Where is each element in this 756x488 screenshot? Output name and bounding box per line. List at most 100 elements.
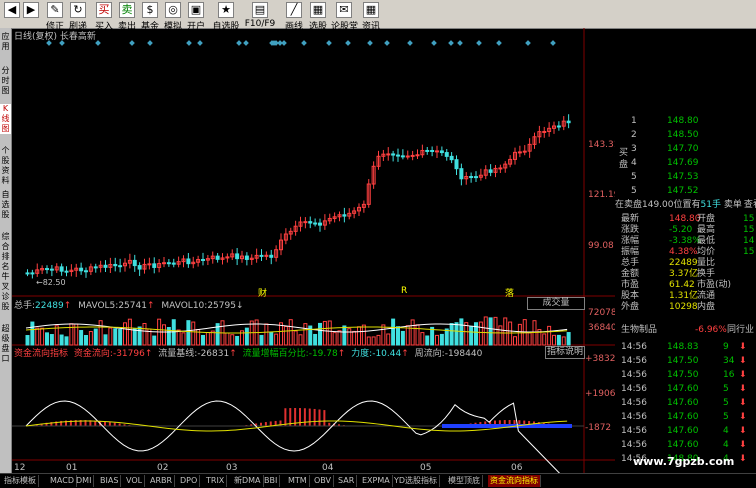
back-icon: ◀ (4, 2, 20, 18)
event-diamond (496, 40, 502, 46)
quote-value: 10298 (669, 301, 698, 313)
volume-bar (99, 321, 102, 345)
toolbar-button-12[interactable]: ▦选股 (308, 1, 328, 27)
toolbar-button-3[interactable]: ↻刷递 (68, 1, 88, 27)
simulate-icon: ◎ (165, 2, 181, 18)
volume-bar (187, 321, 190, 345)
event-diamond (345, 40, 351, 46)
volume-button[interactable]: 成交量 (527, 297, 585, 310)
pending-order-row: 在卖盘149.00位置有51手 卖单查看 (615, 199, 756, 211)
indicator-tab-16[interactable]: 资金流向指标 (488, 475, 541, 487)
candle-body (416, 155, 419, 156)
toolbar-button-13[interactable]: ✉论股堂 (331, 1, 357, 27)
toolbar-button-2[interactable]: ✎修正 (45, 1, 65, 27)
indicator-tab-9[interactable]: BBI (262, 475, 280, 487)
toolbar-button-5[interactable]: 卖卖出 (117, 1, 137, 27)
tick-price: 147.60 (667, 397, 699, 409)
indicator-tab-3[interactable]: BIAS (98, 475, 121, 487)
tick-price: 147.60 (667, 383, 699, 395)
volume-bar (294, 331, 297, 345)
sidebar-tab-1[interactable]: 分时图 (0, 66, 11, 96)
bid-price: 147.52 (667, 185, 699, 197)
volume-bar (489, 318, 492, 345)
event-marker-r[interactable]: R (401, 286, 407, 296)
volume-bar (94, 329, 97, 345)
toolbar-button-6[interactable]: $基金 (140, 1, 160, 27)
candle-body (245, 256, 248, 259)
indicator-header: 资金流向指标 资金流向:-31796↑ 流量基线:-26831↑ 流量增幅百分比… (14, 346, 482, 359)
event-diamond (59, 40, 65, 46)
candle-body (475, 177, 478, 178)
indicator-tab-0[interactable]: 指标模板 (2, 475, 39, 487)
watermark: www.7gpzb.com (633, 455, 734, 468)
event-diamond (236, 40, 242, 46)
indicator-tab-10[interactable]: MTM (286, 475, 310, 487)
sidebar-tab-3[interactable]: 个股资料 (0, 146, 11, 186)
sidebar-tab-2[interactable]: K线图 (0, 104, 11, 134)
pending-more-link[interactable]: 查看 (744, 200, 756, 210)
bid-level: 5 (631, 171, 637, 183)
event-diamond (550, 40, 556, 46)
sidebar-tab-6[interactable]: 牛叉诊股 (0, 272, 11, 312)
candle-body (343, 215, 346, 216)
event-marker-fall[interactable]: 落 (505, 286, 514, 299)
indicator-tab-4[interactable]: VOL (124, 475, 145, 487)
volume-bar (450, 324, 453, 345)
favorites-icon: ★ (218, 2, 234, 18)
indicator-tab-1[interactable]: MACD (48, 475, 77, 487)
peer-link[interactable]: 同行业 (727, 324, 754, 336)
toolbar-button-7[interactable]: ◎模拟 (163, 1, 183, 27)
bid-price: 148.50 (667, 129, 699, 141)
flow-line (26, 401, 567, 473)
sidebar-tab-5[interactable]: 综合排名 (0, 232, 11, 272)
flow-bar (314, 409, 316, 426)
volume-bar (567, 333, 570, 345)
flow-bar (319, 409, 321, 426)
indicator-tab-13[interactable]: EXPMA (360, 475, 393, 487)
tick-arrow-icon: ⬇ (739, 453, 747, 465)
indicator-tab-8[interactable]: 新DMA (232, 475, 264, 487)
indicator-tab-5[interactable]: ARBR (148, 475, 175, 487)
candle-body (567, 121, 570, 123)
sidebar-tab-7[interactable]: 超级盘口 (0, 324, 11, 364)
toolbar-button-1[interactable]: ▶ (23, 1, 39, 27)
indicator-tab-7[interactable]: TRIX (204, 475, 227, 487)
forward-icon: ▶ (23, 2, 39, 18)
tick-volume: 5 (723, 411, 729, 423)
indicator-tab-14[interactable]: YD选股指标 (392, 475, 440, 487)
pending-sell-text: 在卖盘149.00位置有 (615, 200, 701, 210)
event-diamond (367, 40, 373, 46)
sidebar-tab-0[interactable]: 应用 (0, 32, 11, 52)
candle-body (518, 152, 521, 153)
indicator-help-button[interactable]: 指标说明 (545, 346, 585, 359)
indicator-tab-6[interactable]: DPO (178, 475, 200, 487)
sector-name[interactable]: 生物制品 (621, 324, 657, 336)
volume-bar (411, 320, 414, 345)
flow-bar (109, 422, 111, 426)
toolbar-button-14[interactable]: ▦资讯 (360, 1, 382, 27)
candle-body (114, 264, 117, 265)
toolbar-button-4[interactable]: 买买入 (94, 1, 114, 27)
sidebar-tab-4[interactable]: 自选股 (0, 190, 11, 220)
toolbar-button-8[interactable]: ▣开户 (186, 1, 206, 27)
toolbar-button-9[interactable]: ★自选股 (212, 1, 240, 27)
candle-body (163, 263, 166, 264)
indicator-tab-2[interactable]: DMI (74, 475, 94, 487)
tick-arrow-icon: ⬇ (739, 425, 747, 437)
pending-sell-link[interactable]: 卖单 (724, 200, 742, 210)
indicator-tabs: 指标模板 MACDDMI BIASVOLARBRDPO TRIX 新DMABBI MTMO… (0, 473, 756, 488)
volume-bar (484, 317, 487, 345)
indicator-tab-11[interactable]: OBV (312, 475, 334, 487)
candle-body (406, 156, 409, 157)
toolbar-button-0[interactable]: ◀ (4, 1, 20, 27)
toolbar-button-10[interactable]: ▤F10/F9 (243, 1, 277, 27)
toolbar-button-11[interactable]: ╱画线 (283, 1, 305, 27)
tick-arrow-icon: ⬇ (739, 439, 747, 451)
indicator-tab-12[interactable]: SAR (336, 475, 357, 487)
finance-marker[interactable]: 财 (258, 286, 267, 299)
volume-bar (553, 335, 556, 345)
vol-tick-high: 72078 (588, 308, 617, 318)
volume-bar (440, 334, 443, 345)
volume-bar (392, 319, 395, 345)
indicator-tab-15[interactable]: 模型顶底 (446, 475, 483, 487)
